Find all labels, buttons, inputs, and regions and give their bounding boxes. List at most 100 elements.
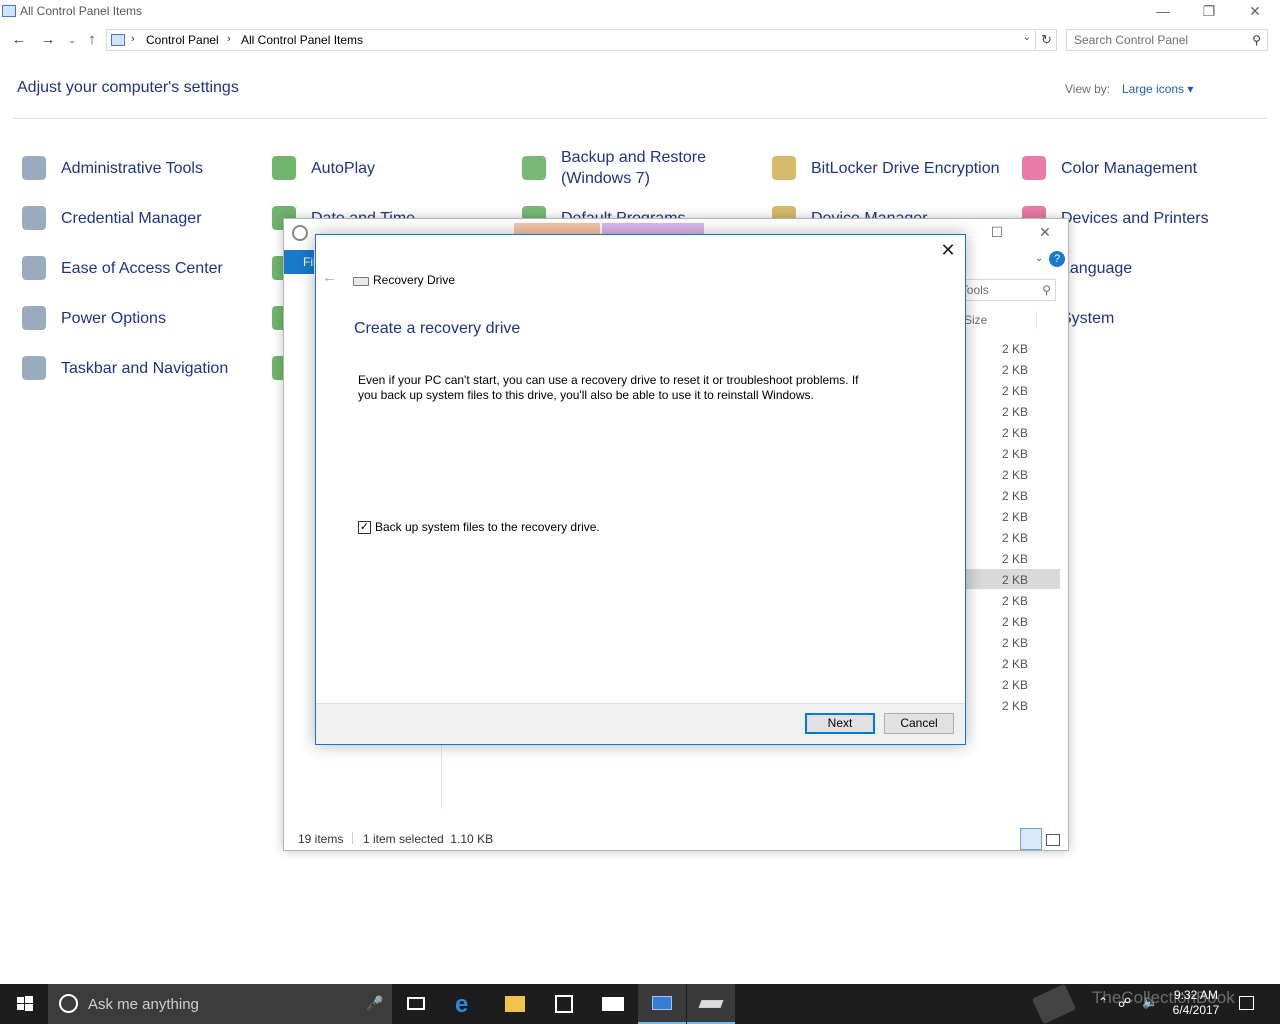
cp-item-label[interactable]: Ease of Access Center: [61, 258, 223, 279]
backup-checkbox-row[interactable]: ✓ Back up system files to the recovery d…: [358, 520, 600, 534]
file-size-cell: 2 KB: [1001, 573, 1028, 587]
task-view-icon: [407, 997, 425, 1010]
cancel-button[interactable]: Cancel: [884, 713, 954, 734]
cp-item-label[interactable]: BitLocker Drive Encryption: [811, 158, 1000, 179]
view-by-dropdown[interactable]: Large icons ▾: [1122, 82, 1193, 96]
cp-item-label[interactable]: Devices and Printers: [1061, 208, 1209, 229]
file-size-cell: 2 KB: [1001, 552, 1028, 566]
minimize-button[interactable]: —: [1140, 0, 1186, 24]
mail-taskbar-button[interactable]: [589, 984, 637, 1024]
file-size-cell: 2 KB: [1001, 426, 1028, 440]
taskbar: Ask me anything 🎤 e TheCollectionBook ⌃ …: [0, 983, 1280, 1024]
file-tab[interactable]: Fil: [284, 250, 316, 274]
large-icons-view-icon[interactable]: [1046, 834, 1060, 846]
restore-button[interactable]: ❐: [1186, 0, 1232, 24]
system-clock[interactable]: 9:32 AM 6/4/2017: [1172, 988, 1220, 1018]
dialog-close-button[interactable]: ✕: [937, 239, 959, 261]
task-view-button[interactable]: [392, 984, 440, 1024]
details-view-icon[interactable]: [1020, 828, 1042, 850]
chevron-down-icon[interactable]: ⌄: [1023, 32, 1031, 43]
recovery-drive-taskbar-button[interactable]: [687, 984, 735, 1024]
cp-item-label[interactable]: Language: [1061, 258, 1132, 279]
chevron-up-icon[interactable]: ⌃: [1098, 995, 1108, 1009]
cp-item-bitlocker[interactable]: BitLocker Drive Encryption: [768, 148, 1000, 188]
cp-item-label[interactable]: System: [1061, 308, 1114, 329]
backup-restore-icon: [518, 152, 550, 184]
chevron-right-icon[interactable]: ›: [227, 33, 231, 45]
admin-tools-icon: [18, 152, 50, 184]
edge-icon: e: [455, 991, 469, 1018]
dialog-title: Recovery Drive: [373, 273, 456, 287]
file-size-cell: 2 KB: [1001, 363, 1028, 377]
backup-checkbox-label[interactable]: Back up system files to the recovery dri…: [375, 520, 600, 534]
cp-item-label[interactable]: Backup and Restore (Windows 7): [561, 147, 706, 189]
search-placeholder: Search Control Panel: [1074, 33, 1189, 47]
action-center-icon[interactable]: [1239, 996, 1254, 1010]
dialog-heading: Create a recovery drive: [354, 320, 521, 337]
cp-item-admin-tools[interactable]: Administrative Tools: [18, 148, 203, 188]
file-size-cell: 2 KB: [1001, 468, 1028, 482]
file-size-cell: 2 KB: [1001, 678, 1028, 692]
chevron-down-icon[interactable]: ⌄: [1035, 253, 1043, 264]
control-panel-taskbar-button[interactable]: [638, 984, 686, 1024]
help-icon[interactable]: ?: [1049, 251, 1065, 267]
cortana-placeholder: Ask me anything: [88, 996, 199, 1013]
credential-manager-icon: [18, 202, 50, 234]
volume-icon[interactable]: 🔈: [1142, 994, 1158, 1010]
autoplay-icon: [268, 152, 300, 184]
file-size-cell: 2 KB: [1001, 636, 1028, 650]
cp-item-autoplay[interactable]: AutoPlay: [268, 148, 375, 188]
backup-system-files-checkbox[interactable]: ✓: [358, 520, 371, 534]
folder-icon: [505, 996, 525, 1012]
cp-item-label[interactable]: AutoPlay: [311, 158, 375, 179]
microphone-icon[interactable]: 🎤: [366, 995, 383, 1012]
cp-item-label[interactable]: Administrative Tools: [61, 158, 203, 179]
size-column-header[interactable]: Size: [964, 313, 987, 327]
cp-item-label[interactable]: Taskbar and Navigation: [61, 358, 228, 379]
cp-item-backup-restore[interactable]: Backup and Restore (Windows 7): [518, 148, 706, 188]
address-bar[interactable]: › Control Panel › All Control Panel Item…: [106, 29, 1036, 51]
file-size-cell: 2 KB: [1001, 615, 1028, 629]
network-icon[interactable]: ☍: [1118, 995, 1131, 1011]
back-button[interactable]: ←: [9, 30, 29, 50]
dialog-footer: Next Cancel: [316, 703, 965, 744]
forward-button[interactable]: →: [38, 30, 58, 50]
cp-item-label[interactable]: Color Management: [1061, 158, 1197, 179]
file-size-cell: 2 KB: [1001, 594, 1028, 608]
clock-time: 9:32 AM: [1173, 988, 1219, 1002]
dialog-back-button[interactable]: ←: [322, 269, 337, 286]
cp-item-label[interactable]: Power Options: [61, 308, 166, 329]
close-button[interactable]: ✕: [1232, 0, 1278, 24]
status-item-count: 19 items: [298, 832, 344, 846]
drive-icon: [353, 277, 369, 286]
cp-item-taskbar-navigation[interactable]: Taskbar and Navigation: [18, 348, 228, 388]
file-explorer-taskbar-button[interactable]: [491, 984, 539, 1024]
gear-icon: [292, 225, 308, 241]
cortana-search-box[interactable]: Ask me anything 🎤: [48, 984, 392, 1024]
next-button[interactable]: Next: [805, 713, 875, 734]
recovery-drive-dialog[interactable]: ✕ ← Recovery Drive Create a recovery dri…: [315, 234, 966, 745]
start-button[interactable]: [0, 984, 48, 1024]
refresh-button[interactable]: ↻: [1037, 29, 1057, 51]
window-title: All Control Panel Items: [20, 4, 143, 18]
taskbar-navigation-icon: [18, 352, 50, 384]
up-button[interactable]: ↑: [82, 30, 102, 50]
edge-taskbar-button[interactable]: e: [442, 984, 490, 1024]
recent-locations-icon[interactable]: ⌄: [62, 30, 82, 50]
explorer-maximize-button[interactable]: ☐: [974, 221, 1020, 245]
book-logo-icon: [1031, 983, 1077, 1024]
explorer-close-button[interactable]: ✕: [1022, 221, 1068, 245]
breadcrumb-all-items[interactable]: All Control Panel Items: [241, 33, 363, 47]
search-input[interactable]: Search Control Panel ⚲: [1066, 29, 1268, 51]
cortana-icon: [59, 994, 78, 1013]
store-taskbar-button[interactable]: [540, 984, 588, 1024]
cp-item-label[interactable]: Credential Manager: [61, 208, 202, 229]
cp-item-ease-of-access[interactable]: Ease of Access Center: [18, 248, 223, 288]
cp-item-power-options[interactable]: Power Options: [18, 298, 166, 338]
chevron-right-icon[interactable]: ›: [131, 33, 135, 45]
store-icon: [555, 995, 573, 1013]
cp-item-credential-manager[interactable]: Credential Manager: [18, 198, 202, 238]
cp-item-color-management[interactable]: Color Management: [1018, 148, 1197, 188]
breadcrumb-control-panel[interactable]: Control Panel: [146, 33, 219, 47]
file-size-cell: 2 KB: [1001, 384, 1028, 398]
